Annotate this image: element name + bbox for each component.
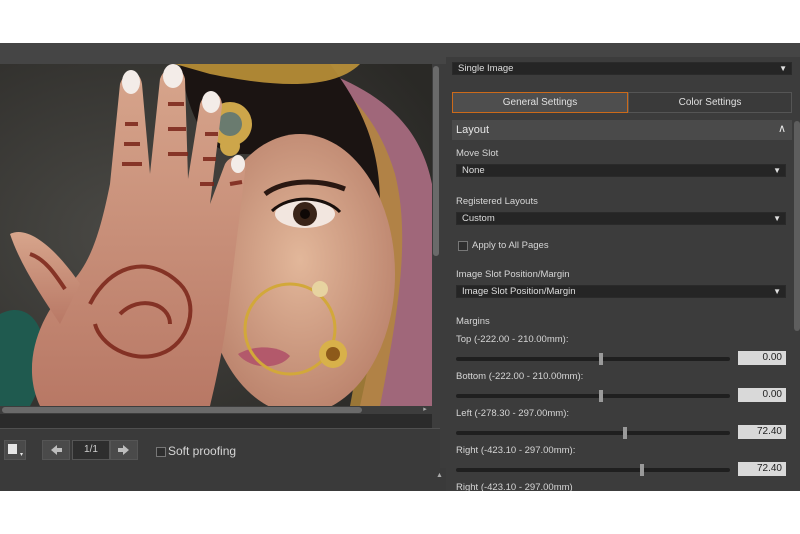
margin-right-value[interactable]: 72.40 [738, 462, 786, 476]
move-slot-dropdown[interactable]: None ▼ [456, 164, 786, 177]
layout-type-dropdown[interactable]: Single Image ▼ [452, 62, 792, 75]
margin-top-label: Top (-222.00 - 210.00mm): [456, 334, 569, 345]
lower-left-panel: ▲ [0, 468, 446, 491]
chevron-up-icon[interactable]: ∧ [778, 122, 786, 135]
registered-layouts-dropdown[interactable]: Custom ▼ [456, 212, 786, 225]
margin-bottom-slider[interactable] [456, 390, 730, 402]
settings-scrollbar[interactable] [794, 121, 800, 421]
margin-right-label-duplicate: Right (-423.10 - 297.00mm) [456, 482, 573, 491]
move-slot-label: Move Slot [456, 148, 499, 159]
soft-proofing-checkbox[interactable] [156, 447, 166, 457]
settings-panel: Single Image ▼ General Settings Color Se… [446, 57, 800, 491]
preview-area: ▸ [0, 64, 440, 450]
preview-toolbar: 1/1 Soft proofing [0, 428, 440, 469]
tab-general-settings[interactable]: General Settings [452, 92, 628, 113]
dropdown-arrow-icon: ▼ [773, 214, 781, 223]
scroll-thumb[interactable] [433, 66, 439, 256]
margin-left-label: Left (-278.30 - 297.00mm): [456, 408, 569, 419]
dropdown-arrow-icon: ▼ [779, 64, 787, 73]
previous-page-button[interactable] [42, 440, 70, 460]
margin-top-value[interactable]: 0.00 [738, 351, 786, 365]
slider-handle[interactable] [623, 427, 628, 439]
tab-color-settings[interactable]: Color Settings [628, 92, 792, 113]
slider-handle[interactable] [599, 390, 604, 402]
collapse-up-icon[interactable]: ▲ [436, 472, 443, 479]
layout-section-header[interactable]: Layout ∧ [452, 120, 792, 140]
dropdown-arrow-icon: ▼ [773, 166, 781, 175]
margin-right-slider[interactable] [456, 464, 730, 476]
scroll-thumb[interactable] [794, 121, 800, 331]
preview-horizontal-scrollbar[interactable]: ▸ [0, 406, 432, 414]
portrait-image [0, 64, 432, 406]
margin-bottom-label: Bottom (-222.00 - 210.00mm): [456, 371, 584, 382]
slider-handle[interactable] [639, 464, 644, 476]
scroll-thumb[interactable] [2, 407, 362, 413]
slider-handle[interactable] [599, 353, 604, 365]
print-layout-window: ▸ 1/1 Soft proofing ▲ Single Image ▼ Gen… [0, 43, 800, 491]
margins-label: Margins [456, 316, 490, 327]
registered-layouts-value: Custom [462, 213, 495, 224]
preview-photo[interactable] [0, 64, 432, 406]
margin-right-label: Right (-423.10 - 297.00mm): [456, 445, 576, 456]
apply-to-all-pages-label: Apply to All Pages [472, 240, 549, 251]
view-mode-button[interactable] [4, 440, 26, 460]
section-title: Layout [456, 124, 490, 136]
preview-vertical-scrollbar[interactable] [432, 64, 440, 450]
margin-left-value[interactable]: 72.40 [738, 425, 786, 439]
layout-type-value: Single Image [458, 63, 514, 74]
dropdown-arrow-icon: ▼ [773, 287, 781, 296]
margin-top-slider[interactable] [456, 353, 730, 365]
arrow-left-icon [51, 445, 62, 455]
next-page-button[interactable] [110, 440, 138, 460]
arrow-right-icon [118, 445, 129, 455]
slot-position-value: Image Slot Position/Margin [462, 286, 576, 297]
soft-proofing-label: Soft proofing [168, 444, 237, 458]
scroll-right-arrow-icon[interactable]: ▸ [420, 406, 430, 414]
slot-position-dropdown[interactable]: Image Slot Position/Margin ▼ [456, 285, 786, 298]
margin-left-slider[interactable] [456, 427, 730, 439]
display-mode-icon [8, 444, 23, 456]
slot-position-label: Image Slot Position/Margin [456, 269, 570, 280]
margin-bottom-value[interactable]: 0.00 [738, 388, 786, 402]
apply-to-all-pages-checkbox[interactable] [458, 241, 468, 251]
registered-layouts-label: Registered Layouts [456, 196, 538, 207]
move-slot-value: None [462, 165, 485, 176]
page-counter: 1/1 [72, 440, 110, 460]
